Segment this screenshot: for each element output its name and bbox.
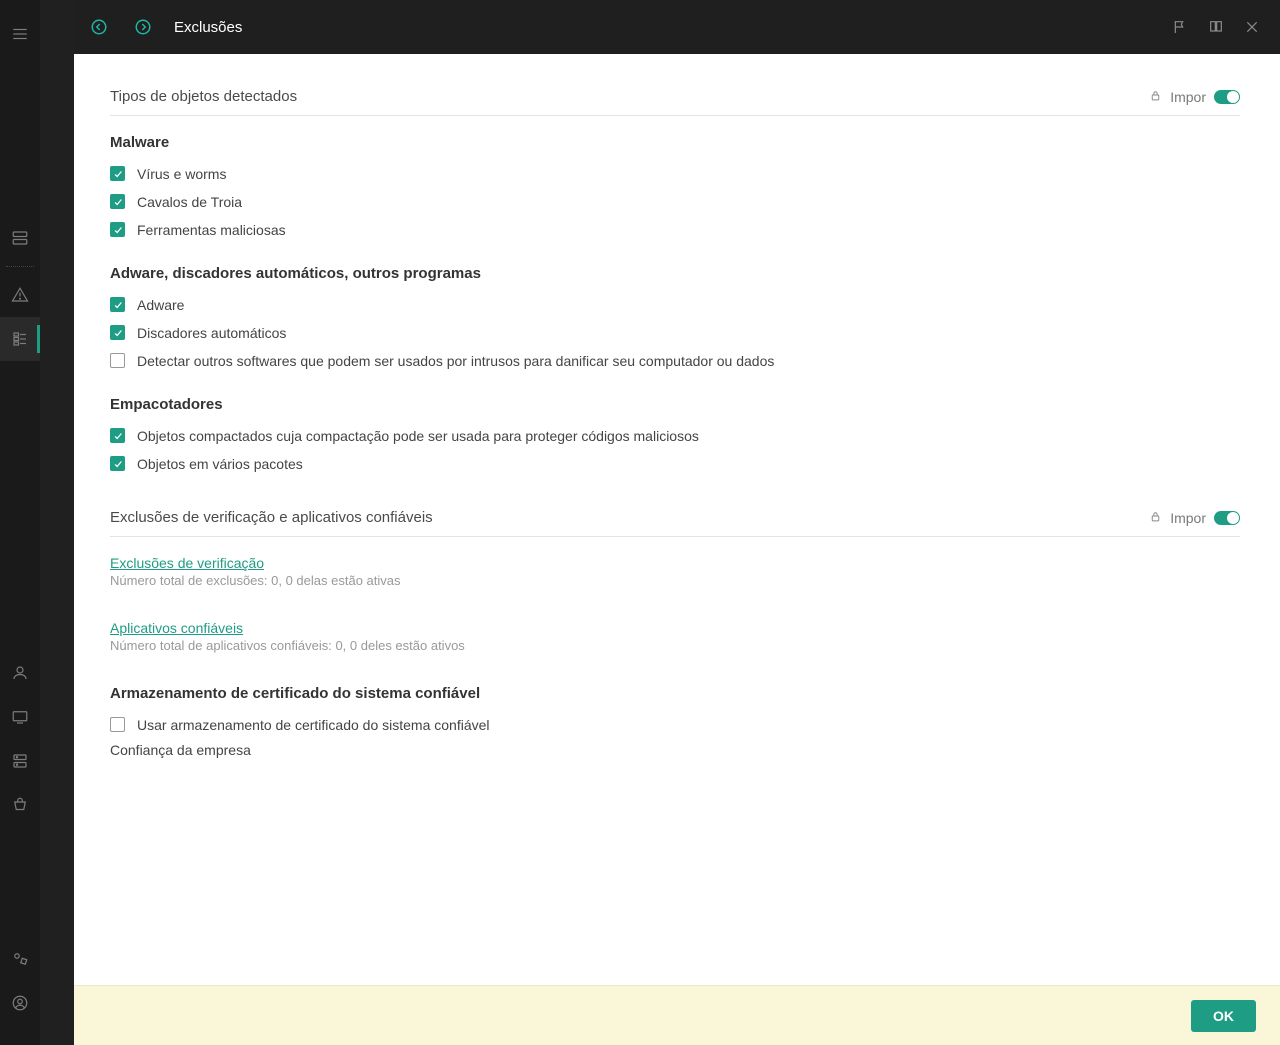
trusted-apps-hint: Número total de aplicativos confiáveis: …: [110, 638, 1240, 653]
subsection-title: Armazenamento de certificado do sistema …: [110, 685, 1240, 702]
section-icon: [128, 12, 158, 42]
subsection-title: Adware, discadores automáticos, outros p…: [110, 265, 1240, 282]
secondary-sidebar: [40, 0, 74, 1045]
sidebar-item-store-icon[interactable]: [0, 783, 40, 827]
checkbox-label: Discadores automáticos: [137, 322, 286, 344]
primary-sidebar: [0, 0, 40, 1045]
subsection-malware: Malware Vírus e worms Cavalos de Troia F…: [110, 134, 1240, 241]
ok-button[interactable]: OK: [1191, 1000, 1256, 1032]
sidebar-item-account-icon[interactable]: [0, 981, 40, 1025]
panel-footer: OK: [74, 985, 1280, 1045]
checkbox-label: Objetos em vários pacotes: [137, 453, 303, 475]
checkbox-virus-worms[interactable]: [110, 166, 125, 181]
checkbox-other-software[interactable]: [110, 353, 125, 368]
sidebar-item-server-icon[interactable]: [0, 739, 40, 783]
checkbox-label: Adware: [137, 294, 184, 316]
checkbox-trojans[interactable]: [110, 194, 125, 209]
checkbox-label: Ferramentas maliciosas: [137, 219, 286, 241]
trusted-apps-block: Aplicativos confiáveis Número total de a…: [110, 620, 1240, 653]
sidebar-item-dashboard-icon[interactable]: [0, 216, 40, 260]
book-icon[interactable]: [1204, 15, 1228, 39]
scan-exclusions-link[interactable]: Exclusões de verificação: [110, 555, 264, 571]
subsection-cert-store: Armazenamento de certificado do sistema …: [110, 685, 1240, 758]
checkbox-malicious-tools[interactable]: [110, 222, 125, 237]
section-title: Tipos de objetos detectados: [110, 88, 297, 105]
checkbox-label: Usar armazenamento de certificado do sis…: [137, 714, 490, 736]
impor-toggle-exclusions[interactable]: [1214, 511, 1240, 525]
checkbox-use-cert-store[interactable]: [110, 717, 125, 732]
checkbox-multipacked[interactable]: [110, 456, 125, 471]
subsection-title: Empacotadores: [110, 396, 1240, 413]
checkbox-adware[interactable]: [110, 297, 125, 312]
subsection-adware: Adware, discadores automáticos, outros p…: [110, 265, 1240, 372]
panel-header: Exclusões: [74, 0, 1280, 54]
subsection-title: Malware: [110, 134, 1240, 151]
section-header-exclusions: Exclusões de verificação e aplicativos c…: [110, 509, 1240, 537]
scan-exclusions-block: Exclusões de verificação Número total de…: [110, 555, 1240, 588]
section-title: Exclusões de verificação e aplicativos c…: [110, 509, 433, 526]
impor-label: Impor: [1170, 89, 1206, 105]
lock-icon: [1149, 89, 1162, 105]
panel-body: Tipos de objetos detectados Impor Malwar…: [74, 54, 1280, 985]
sidebar-item-policies-icon[interactable]: [0, 317, 40, 361]
menu-icon[interactable]: [0, 12, 40, 56]
subsection-packers: Empacotadores Objetos compactados cuja c…: [110, 396, 1240, 475]
flag-icon[interactable]: [1168, 15, 1192, 39]
section-header-detected-types: Tipos de objetos detectados Impor: [110, 88, 1240, 116]
sidebar-item-settings-icon[interactable]: [0, 937, 40, 981]
sidebar-item-user-icon[interactable]: [0, 651, 40, 695]
sidebar-item-devices-icon[interactable]: [0, 695, 40, 739]
sidebar-item-alert-icon[interactable]: [0, 273, 40, 317]
trusted-apps-link[interactable]: Aplicativos confiáveis: [110, 620, 243, 636]
impor-label: Impor: [1170, 510, 1206, 526]
close-icon[interactable]: [1240, 15, 1264, 39]
checkbox-autodialers[interactable]: [110, 325, 125, 340]
back-icon[interactable]: [84, 12, 114, 42]
panel-title: Exclusões: [174, 19, 242, 36]
scan-exclusions-hint: Número total de exclusões: 0, 0 delas es…: [110, 573, 1240, 588]
checkbox-label: Objetos compactados cuja compactação pod…: [137, 425, 699, 447]
company-trust-label: Confiança da empresa: [110, 742, 1240, 758]
checkbox-packed-objects[interactable]: [110, 428, 125, 443]
lock-icon: [1149, 510, 1162, 526]
checkbox-label: Detectar outros softwares que podem ser …: [137, 350, 774, 372]
checkbox-label: Cavalos de Troia: [137, 191, 242, 213]
impor-toggle-detected-types[interactable]: [1214, 90, 1240, 104]
checkbox-label: Vírus e worms: [137, 163, 226, 185]
